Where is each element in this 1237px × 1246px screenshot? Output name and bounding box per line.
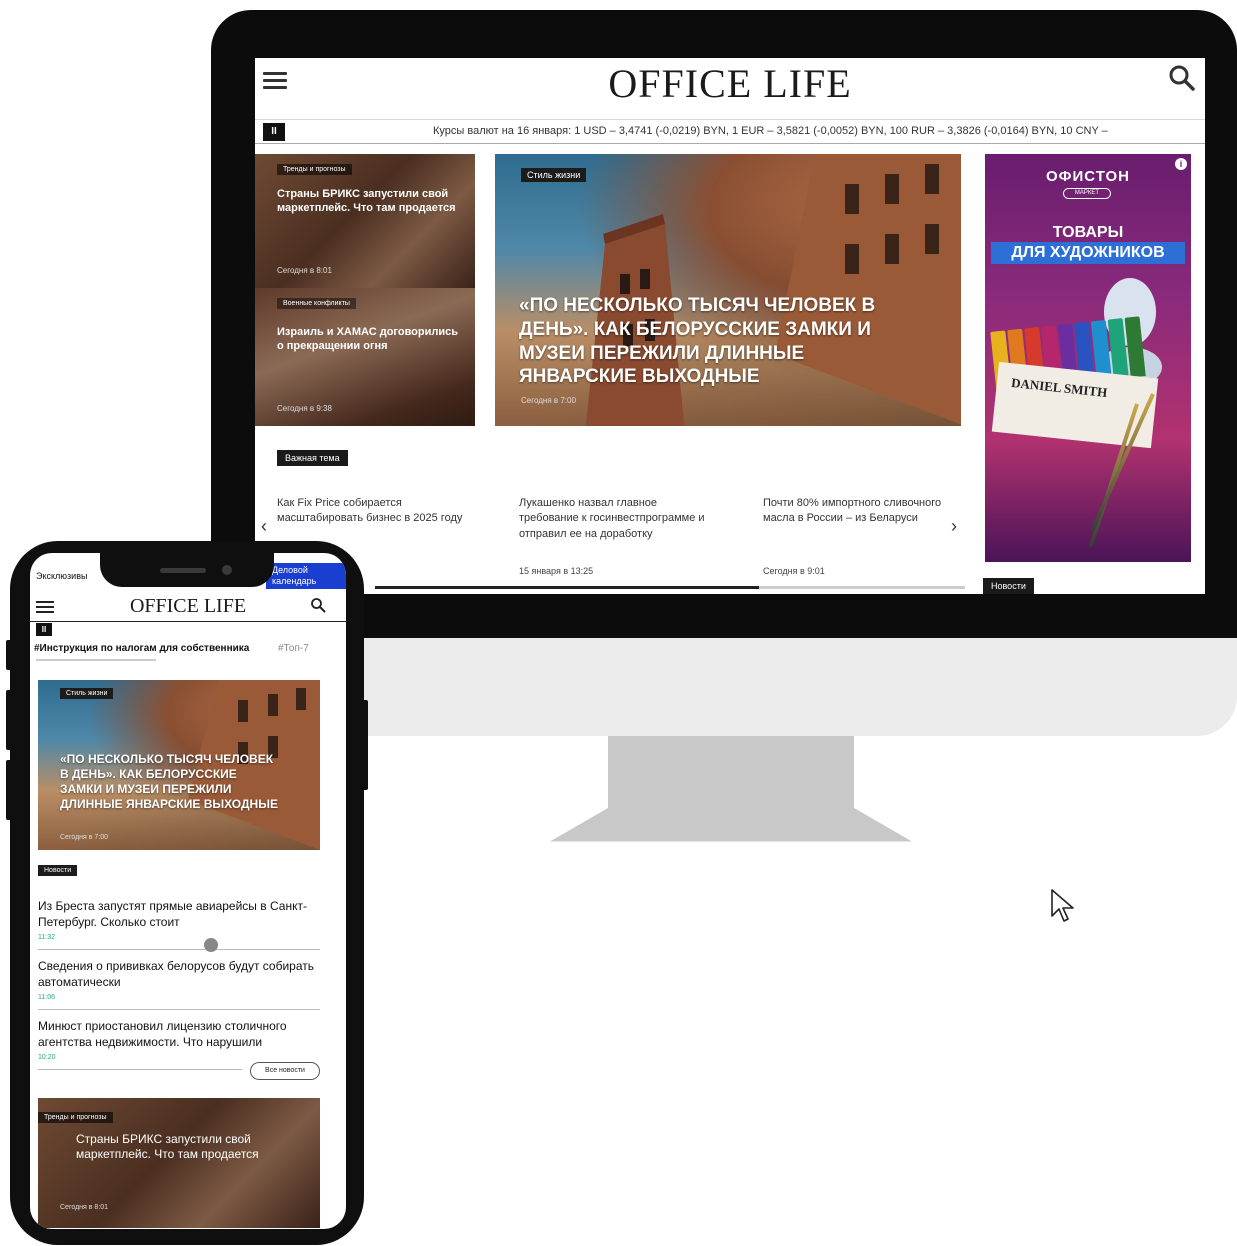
ad-banner[interactable]: i ОФИСТОН МАРКЕТ ТОВАРЫ ДЛЯ ХУДОЖНИКОВ D…	[985, 154, 1191, 562]
carousel-prev-icon[interactable]: ‹	[261, 516, 267, 537]
mobile-screen: Эксклюзивы Деловой календарь OFFICE LIFE…	[30, 553, 346, 1229]
topic-news-date: 15 января в 13:25	[519, 566, 594, 576]
news-time: 11:32	[38, 934, 55, 941]
card-category: Тренды и прогнозы	[38, 1112, 113, 1123]
phone-side-button	[362, 700, 368, 790]
card-category: Тренды и прогнозы	[277, 164, 352, 175]
card-date: Сегодня в 9:38	[277, 404, 332, 413]
card-date: Сегодня в 8:01	[277, 266, 332, 275]
news-card-israel[interactable]: Военные конфликты Израиль и ХАМАС догово…	[255, 288, 475, 426]
topic-news-item[interactable]: Почти 80% импортного сливочного масла в …	[763, 496, 953, 527]
hero-card[interactable]: Стиль жизни «ПО НЕСКОЛЬКО ТЫСЯЧ ЧЕЛОВЕК …	[495, 154, 961, 426]
search-icon[interactable]	[1168, 64, 1196, 92]
business-calendar-button[interactable]: Деловой календарь	[266, 563, 346, 589]
news-section-badge: Новости	[983, 578, 1034, 594]
ticker-pause-button[interactable]: II	[36, 623, 52, 636]
card-title: Страны БРИКС запустили свой маркетплейс.…	[277, 188, 456, 214]
hero-title: «ПО НЕСКОЛЬКО ТЫСЯЧ ЧЕЛОВЕК В ДЕНЬ». КАК…	[519, 295, 876, 388]
all-news-button[interactable]: Все новости	[250, 1062, 320, 1080]
list-divider	[38, 949, 320, 950]
search-icon[interactable]	[310, 597, 326, 613]
card-date: Сегодня в 8:01	[60, 1204, 109, 1211]
carousel-progress-fill	[375, 586, 759, 589]
list-divider	[38, 1009, 320, 1010]
currency-ticker: II Курсы валют на 16 января: 1 USD – 3,4…	[255, 120, 1205, 144]
topic-news-item[interactable]: Лукашенко назвал главное требование к го…	[519, 496, 719, 542]
news-card-brics[interactable]: Тренды и прогнозы Страны БРИКС запустили…	[255, 154, 475, 288]
mouse-cursor-icon	[1051, 889, 1074, 922]
site-logo[interactable]: OFFICE LIFE	[255, 60, 1205, 107]
exclusive-link[interactable]: Эксклюзивы	[36, 571, 87, 581]
hero-category: Стиль жизни	[521, 168, 587, 182]
topic-news-date: Сегодня в 9:01	[763, 566, 825, 576]
desktop-screen: OFFICE LIFE II Курсы валют на 16 января:…	[255, 58, 1205, 594]
ad-headline-1: ТОВАРЫ	[1052, 224, 1124, 241]
phone-notch	[100, 541, 274, 587]
topic-news-item[interactable]: Как Fix Price собирается масштабировать …	[277, 496, 477, 536]
news-list-item[interactable]: Минюст приостановил лицензию столичного …	[38, 1019, 320, 1050]
site-logo[interactable]: OFFICE LIFE	[30, 595, 346, 618]
ticker-pause-button[interactable]: II	[263, 123, 285, 141]
hashtag-link[interactable]: #Топ-7	[278, 643, 309, 654]
hashtag-link[interactable]: #Инструкция по налогам для собственника	[34, 643, 249, 654]
desktop-header: OFFICE LIFE	[255, 58, 1205, 120]
ad-headline-2: ДЛЯ ХУДОЖНИКОВ	[991, 242, 1185, 264]
card-category: Военные конфликты	[277, 298, 356, 309]
ad-logo: ОФИСТОН	[1046, 168, 1130, 185]
card-title: Израиль и ХАМАС договорились о прекращен…	[277, 326, 459, 352]
important-topic-badge: Важная тема	[277, 450, 348, 466]
phone-speaker	[160, 568, 206, 573]
news-time: 11:06	[38, 994, 55, 1001]
phone-camera	[222, 565, 232, 575]
news-list-item[interactable]: Сведения о прививках белорусов будут соб…	[38, 959, 320, 990]
hero-date: Сегодня в 7:00	[60, 834, 109, 841]
hero-category: Стиль жизни	[60, 688, 114, 699]
carousel-progress[interactable]	[375, 586, 965, 589]
list-divider	[38, 1069, 242, 1070]
hero-card[interactable]: Стиль жизни «ПО НЕСКОЛЬКО ТЫСЯЧ ЧЕЛОВЕК …	[38, 680, 320, 850]
phone-side-button	[6, 690, 12, 750]
scroll-indicator[interactable]	[204, 938, 218, 952]
monitor-stand-foot	[550, 808, 912, 842]
phone-side-button	[6, 760, 12, 820]
hashtag-scrollbar[interactable]	[36, 659, 156, 661]
news-card-brics[interactable]: Тренды и прогнозы Страны БРИКС запустили…	[38, 1098, 320, 1228]
news-list-item[interactable]: Из Бреста запустят прямые авиарейсы в Са…	[38, 899, 320, 930]
news-time: 10:20	[38, 1054, 56, 1061]
carousel-next-icon[interactable]: ›	[951, 516, 957, 537]
ticker-text[interactable]: Курсы валют на 16 января: 1 USD – 3,4741…	[433, 125, 1108, 137]
phone-side-button	[6, 640, 12, 670]
hero-title: «ПО НЕСКОЛЬКО ТЫСЯЧ ЧЕЛОВЕК В ДЕНЬ». КАК…	[60, 752, 278, 811]
hero-date: Сегодня в 7:00	[521, 396, 576, 405]
ad-logo-sub: МАРКЕТ	[1063, 188, 1111, 199]
card-title: Страны БРИКС запустили свой маркетплейс.…	[76, 1132, 259, 1161]
news-section-badge: Новости	[38, 865, 78, 876]
header-divider	[30, 621, 346, 622]
